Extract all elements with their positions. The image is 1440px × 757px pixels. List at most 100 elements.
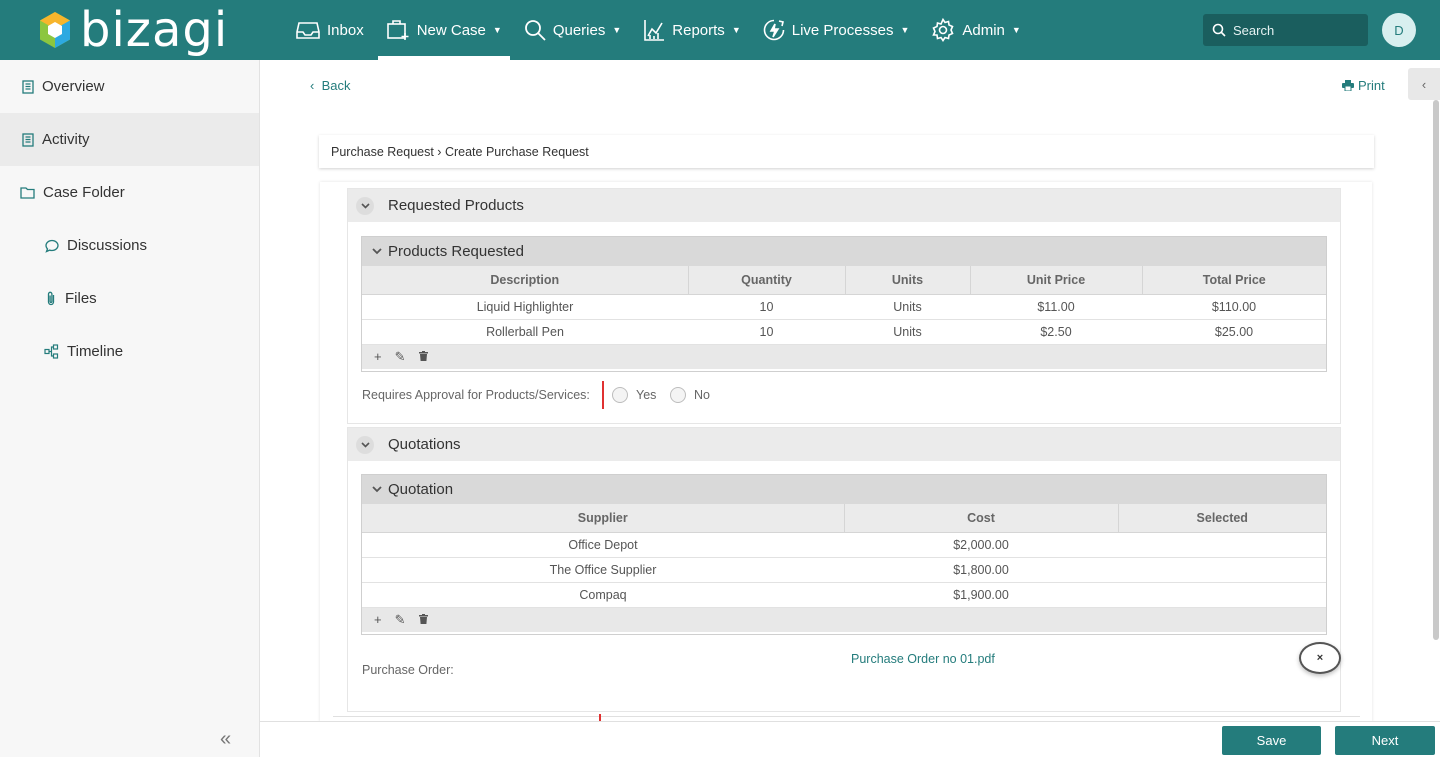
chevron-down-icon [356,435,374,454]
breadcrumb: Purchase Request › Create Purchase Reque… [319,135,1374,168]
table-cell [1118,557,1326,583]
table-row[interactable]: The Office Supplier $1,800.00 [362,557,1326,583]
table-row[interactable]: Rollerball Pen 10 Units $2.50 $25.00 [362,319,1326,345]
toggle-side-panel-button[interactable]: ‹ [1408,68,1440,100]
nav-queries[interactable]: Queries ▼ [516,0,629,60]
print-label: Print [1358,78,1385,93]
nav-inbox-label: Inbox [327,21,364,39]
table-cell [1118,582,1326,608]
table-cell: Office Depot [362,532,844,558]
radio-yes-label: Yes [636,388,657,402]
column-header[interactable]: Total Price [1142,266,1326,295]
table-cell: Units [845,319,970,345]
print-button[interactable]: Print [1342,78,1385,93]
group-header-quotations[interactable]: Quotations [348,428,1340,461]
back-label: Back [321,78,351,93]
grid-quotation: Quotation Supplier Cost Selected Office … [361,474,1327,635]
table-row[interactable]: Liquid Highlighter 10 Units $11.00 $110.… [362,294,1326,320]
radio-yes[interactable]: Yes [612,387,656,403]
edit-row-icon[interactable]: ✎ [395,612,406,628]
chevron-down-icon: ▼ [612,25,622,35]
group-title: Requested Products [388,197,524,214]
quotation-table: Supplier Cost Selected Office Depot $2,0… [362,504,1326,608]
table-row[interactable]: Office Depot $2,000.00 [362,532,1326,558]
sidebar-item-label: Files [65,290,97,307]
group-title: Quotations [388,436,461,453]
sidebar-item-discussions[interactable]: Discussions [0,219,259,272]
nav-reports-label: Reports [672,21,725,39]
group-header-requested-products[interactable]: Requested Products [348,189,1340,222]
nav-admin[interactable]: Admin ▼ [923,0,1028,60]
nav-new-case-label: New Case [416,21,486,39]
nav-new-case[interactable]: New Case ▼ [377,0,510,60]
main-nav: Inbox New Case ▼ Queries ▼ Reports ▼ Liv… [288,0,1035,60]
table-cell: Rollerball Pen [362,319,688,345]
chevron-down-icon [372,248,382,255]
lightning-icon [763,19,785,41]
chevron-down-icon: ▼ [900,25,910,35]
delete-file-button[interactable]: × [1299,642,1341,674]
sidebar-item-label: Case Folder [43,184,125,201]
search-icon [524,20,546,41]
column-header[interactable]: Description [362,266,689,295]
delete-row-icon[interactable] [418,612,428,627]
required-indicator [599,714,601,721]
grid-title: Quotation [388,481,454,498]
back-link[interactable]: ‹ Back [310,78,350,93]
nav-live-processes[interactable]: Live Processes ▼ [755,0,918,60]
add-row-icon[interactable]: + [374,349,382,364]
gear-icon [932,18,954,42]
printer-icon [1342,80,1354,91]
nav-reports[interactable]: Reports ▼ [635,0,748,60]
grid-header-quotation[interactable]: Quotation [362,475,1326,504]
next-button[interactable]: Next [1335,726,1435,755]
radio-no[interactable]: No [670,387,710,403]
sidebar-item-case-folder[interactable]: Case Folder [0,166,259,219]
grid-toolbar: + ✎ [362,344,1326,369]
column-header[interactable]: Supplier [362,504,845,533]
table-cell [1118,532,1326,558]
chevron-down-icon: ▼ [1011,25,1021,35]
sidebar-item-overview[interactable]: Overview [0,60,259,113]
sidebar-item-label: Overview [42,78,105,95]
column-header[interactable]: Selected [1118,504,1326,533]
search-input[interactable]: Search [1203,14,1368,46]
avatar[interactable]: D [1382,13,1416,47]
sidebar-item-timeline[interactable]: Timeline [0,325,259,378]
chevron-left-icon: ‹ [310,78,318,93]
column-header[interactable]: Quantity [688,266,846,295]
table-cell: Units [845,294,970,320]
table-cell: The Office Supplier [362,557,844,583]
sidebar-item-label: Activity [42,131,90,148]
grid-header-products-requested[interactable]: Products Requested [362,237,1326,266]
bizagi-logo[interactable]: bizagi [38,6,228,54]
delete-row-icon[interactable] [418,349,428,364]
collapse-sidebar-button[interactable]: « [220,728,231,751]
chevron-down-icon: ▼ [731,25,741,35]
add-row-icon[interactable]: + [374,612,382,627]
column-header[interactable]: Cost [844,504,1119,533]
sidebar-item-label: Timeline [67,343,124,360]
table-cell: $25.00 [1142,319,1326,345]
table-row[interactable]: Compaq $1,900.00 [362,582,1326,608]
grid-toolbar: + ✎ [362,607,1326,632]
table-cell: 10 [688,319,845,345]
purchase-order-file-link[interactable]: Purchase Order no 01.pdf [851,652,995,666]
column-header[interactable]: Units [845,266,971,295]
column-header[interactable]: Unit Price [970,266,1143,295]
scrollbar[interactable] [1433,100,1439,640]
save-button[interactable]: Save [1222,726,1321,755]
radio-no-label: No [694,388,710,402]
table-cell: $2,000.00 [844,532,1118,558]
nav-inbox[interactable]: Inbox [288,0,372,60]
edit-row-icon[interactable]: ✎ [395,349,406,365]
table-header-row: Supplier Cost Selected [362,504,1326,533]
radio-circle [612,387,628,403]
inbox-icon [296,22,320,39]
search-icon [1212,23,1226,37]
table-cell: 10 [688,294,845,320]
sidebar-item-files[interactable]: Files [0,272,259,325]
chevron-down-icon: ▼ [492,25,502,35]
sidebar-item-activity[interactable]: Activity [0,113,259,166]
logo-text: bizagi [80,2,229,58]
